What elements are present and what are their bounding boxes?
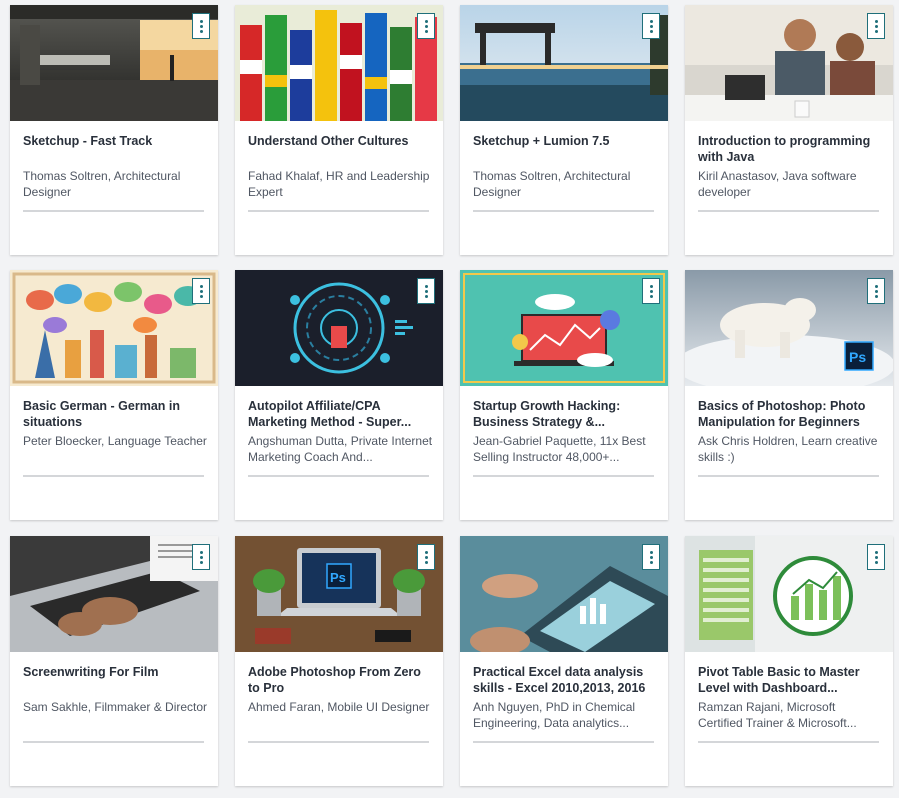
course-author: Ahmed Faran, Mobile UI Designer (248, 700, 430, 714)
more-vertical-icon[interactable] (642, 544, 660, 570)
course-grid: Sketchup - Fast Track Thomas Soltren, Ar… (0, 0, 899, 798)
course-card[interactable]: Pivot Table Basic to Master Level with D… (685, 536, 893, 786)
course-title[interactable]: Startup Growth Hacking: Business Strateg… (473, 398, 658, 430)
progress-bar (23, 475, 204, 477)
course-card[interactable]: Understand Other Cultures Fahad Khalaf, … (235, 5, 443, 255)
course-title[interactable]: Autopilot Affiliate/CPA Marketing Method… (248, 398, 433, 430)
course-author: Fahad Khalaf, HR and Leadership Expert (248, 169, 430, 199)
course-thumbnail[interactable] (10, 5, 218, 121)
svg-text:Ps: Ps (330, 570, 346, 585)
course-thumbnail[interactable] (235, 270, 443, 386)
course-title[interactable]: Sketchup + Lumion 7.5 (473, 133, 658, 149)
more-vertical-icon[interactable] (192, 544, 210, 570)
more-vertical-icon[interactable] (867, 544, 885, 570)
more-vertical-icon[interactable] (192, 278, 210, 304)
more-vertical-icon[interactable] (417, 278, 435, 304)
course-author: Ask Chris Holdren, Learn creative skills… (698, 434, 878, 464)
more-vertical-icon[interactable] (192, 13, 210, 39)
course-thumbnail[interactable]: Ps (685, 270, 893, 386)
course-card[interactable]: Sketchup - Fast Track Thomas Soltren, Ar… (10, 5, 218, 255)
course-thumbnail[interactable] (685, 536, 893, 652)
course-thumbnail[interactable] (10, 536, 218, 652)
course-author: Ramzan Rajani, Microsoft Certified Train… (698, 700, 857, 730)
course-card[interactable]: Autopilot Affiliate/CPA Marketing Method… (235, 270, 443, 520)
course-card[interactable]: Screenwriting For Film Sam Sakhle, Filmm… (10, 536, 218, 786)
course-author: Anh Nguyen, PhD in Chemical Engineering,… (473, 700, 636, 730)
progress-bar (248, 741, 429, 743)
more-vertical-icon[interactable] (867, 278, 885, 304)
progress-bar (23, 741, 204, 743)
course-thumbnail[interactable] (460, 536, 668, 652)
progress-bar (698, 741, 879, 743)
course-card[interactable]: Basic German - German in situations Pete… (10, 270, 218, 520)
course-card[interactable]: Ps Adobe Photoshop From Zero to Pro Ahme… (235, 536, 443, 786)
progress-bar (248, 210, 429, 212)
course-title[interactable]: Practical Excel data analysis skills - E… (473, 664, 658, 696)
course-author: Peter Bloecker, Language Teacher (23, 434, 207, 448)
progress-bar (698, 475, 879, 477)
course-author: Jean-Gabriel Paquette, 11x Best Selling … (473, 434, 646, 464)
course-title[interactable]: Basic German - German in situations (23, 398, 208, 430)
course-card[interactable]: Sketchup + Lumion 7.5 Thomas Soltren, Ar… (460, 5, 668, 255)
more-vertical-icon[interactable] (417, 544, 435, 570)
progress-bar (698, 210, 879, 212)
course-author: Angshuman Dutta, Private Internet Market… (248, 434, 433, 464)
course-thumbnail[interactable] (460, 270, 668, 386)
course-author: Thomas Soltren, Architectural Designer (23, 169, 181, 199)
course-author: Thomas Soltren, Architectural Designer (473, 169, 631, 199)
course-thumbnail[interactable]: Ps (235, 536, 443, 652)
course-author: Sam Sakhle, Filmmaker & Director (23, 700, 208, 714)
progress-bar (473, 741, 654, 743)
progress-bar (248, 475, 429, 477)
progress-bar (23, 210, 204, 212)
course-author: Kiril Anastasov, Java software developer (698, 169, 857, 199)
course-thumbnail[interactable] (235, 5, 443, 121)
progress-bar (473, 475, 654, 477)
more-vertical-icon[interactable] (642, 278, 660, 304)
course-thumbnail[interactable] (685, 5, 893, 121)
course-title[interactable]: Understand Other Cultures (248, 133, 433, 149)
course-title[interactable]: Introduction to programming with Java (698, 133, 883, 165)
course-title[interactable]: Sketchup - Fast Track (23, 133, 208, 149)
course-card[interactable]: Introduction to programming with Java Ki… (685, 5, 893, 255)
course-card[interactable]: Startup Growth Hacking: Business Strateg… (460, 270, 668, 520)
course-card[interactable]: Practical Excel data analysis skills - E… (460, 536, 668, 786)
more-vertical-icon[interactable] (417, 13, 435, 39)
course-title[interactable]: Screenwriting For Film (23, 664, 208, 680)
course-thumbnail[interactable] (10, 270, 218, 386)
more-vertical-icon[interactable] (642, 13, 660, 39)
progress-bar (473, 210, 654, 212)
course-card[interactable]: Ps Basics of Photoshop: Photo Manipulati… (685, 270, 893, 520)
svg-text:Ps: Ps (849, 349, 866, 365)
course-title[interactable]: Basics of Photoshop: Photo Manipulation … (698, 398, 883, 430)
course-thumbnail[interactable] (460, 5, 668, 121)
more-vertical-icon[interactable] (867, 13, 885, 39)
course-title[interactable]: Pivot Table Basic to Master Level with D… (698, 664, 883, 696)
course-title[interactable]: Adobe Photoshop From Zero to Pro (248, 664, 433, 696)
